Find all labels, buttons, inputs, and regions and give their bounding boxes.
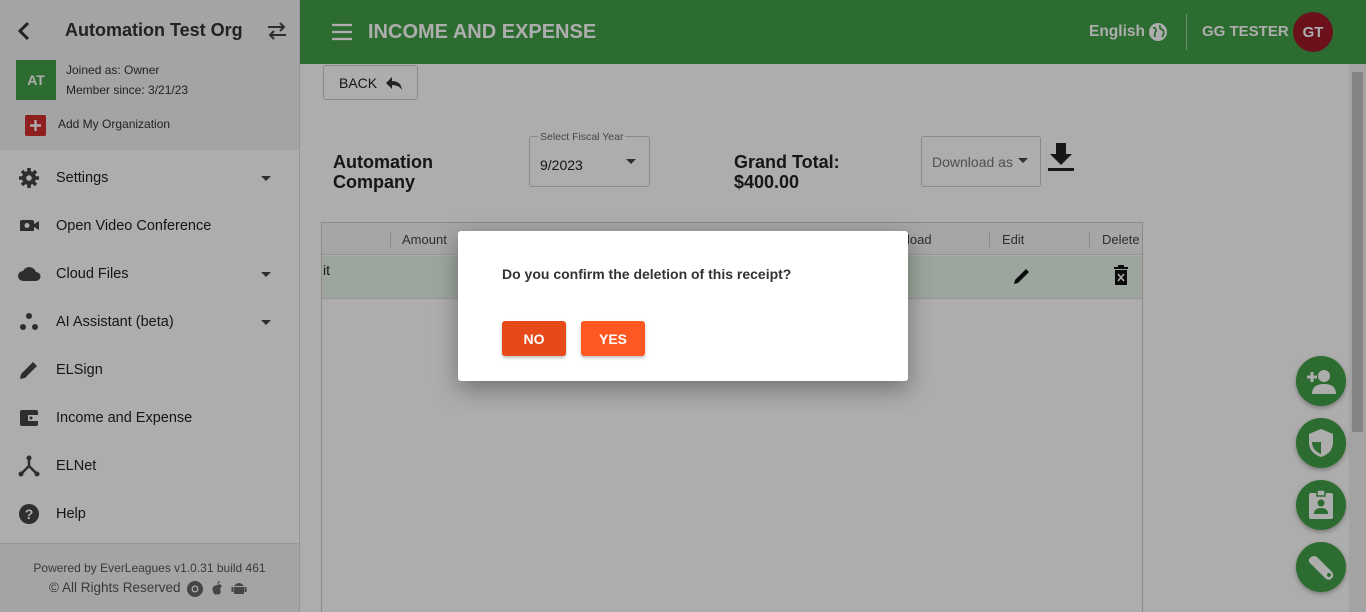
yes-button[interactable]: YES — [581, 321, 645, 356]
dialog-message: Do you confirm the deletion of this rece… — [502, 266, 792, 282]
no-button[interactable]: NO — [502, 321, 566, 356]
confirm-delete-dialog: Do you confirm the deletion of this rece… — [458, 231, 908, 381]
